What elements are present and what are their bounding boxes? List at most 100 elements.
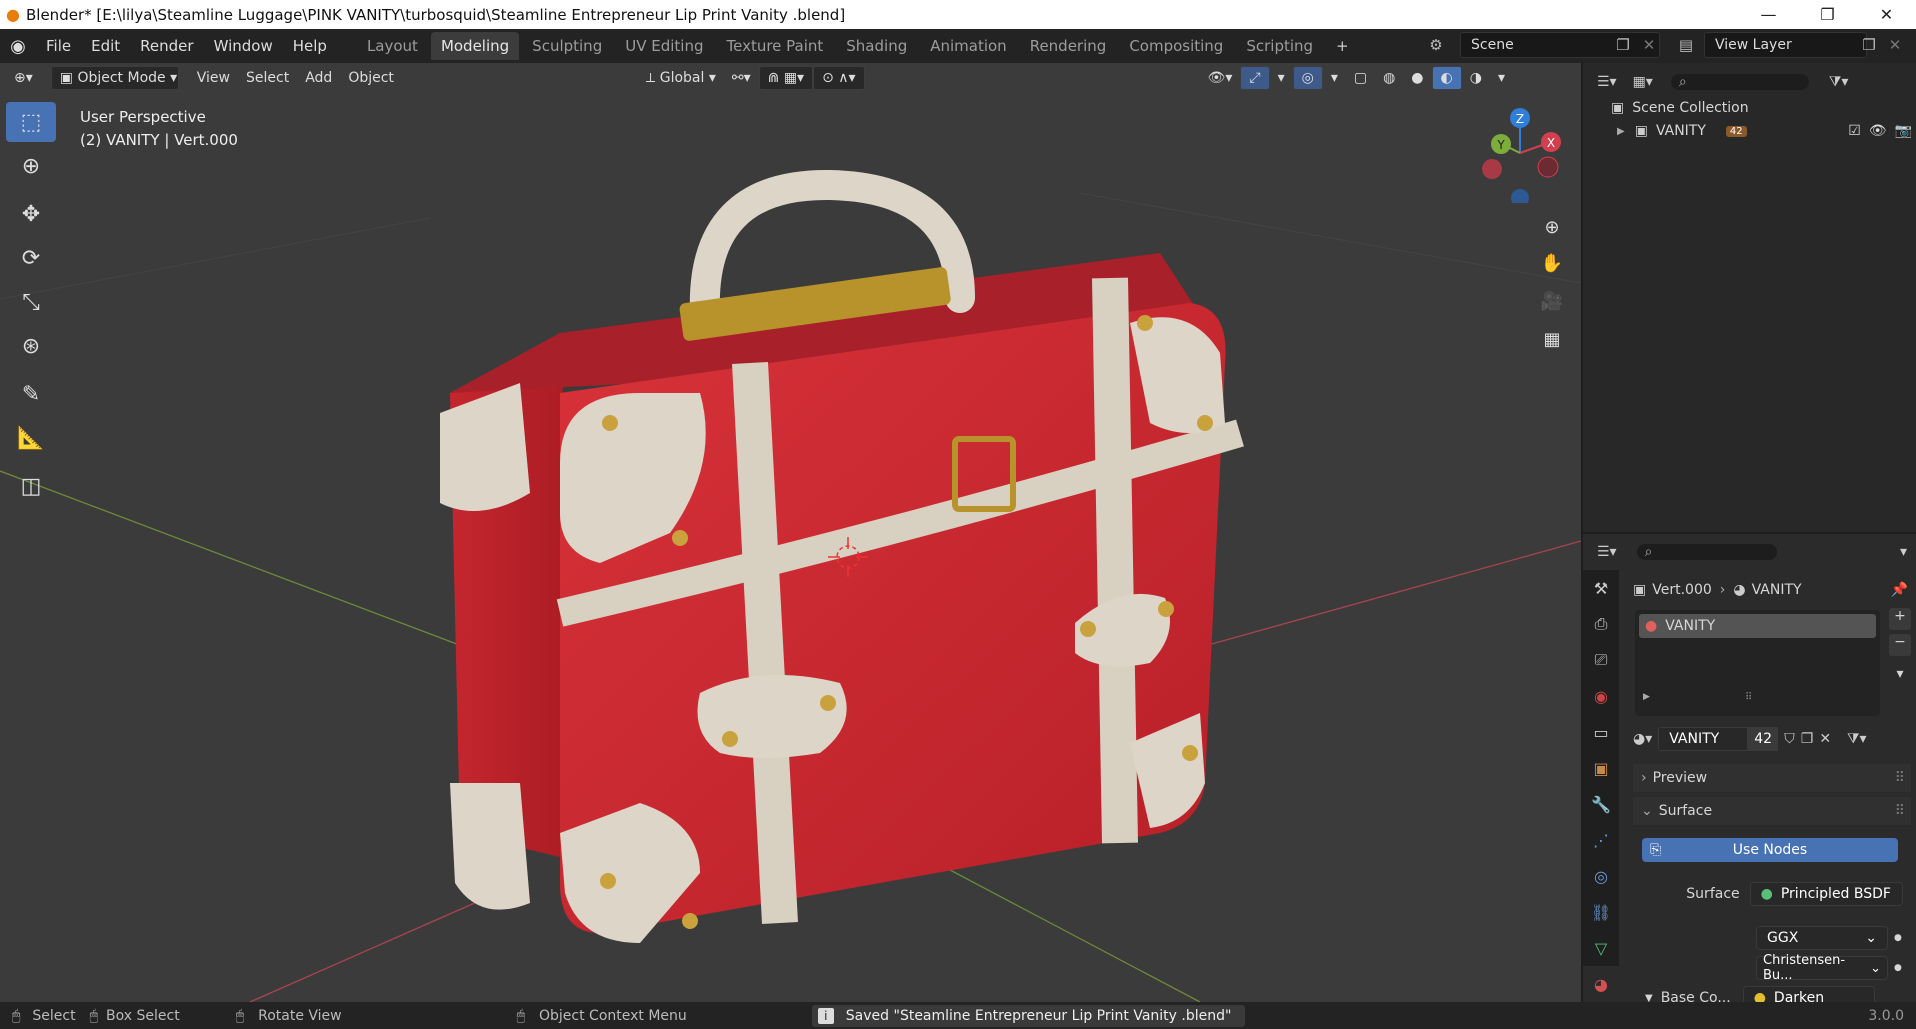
shading-dropdown-icon[interactable]: ▾ (1490, 66, 1513, 90)
overlay-toggle-icon[interactable]: ◎ (1292, 66, 1323, 90)
new-scene-icon[interactable]: ❐ (1612, 34, 1634, 56)
outliner-display-icon[interactable]: ▦▾ (1633, 74, 1653, 90)
surface-drag-icon[interactable]: ⠿ (1895, 803, 1905, 819)
menu-help[interactable]: Help (283, 37, 337, 55)
shading-wireframe-icon[interactable]: ◍ (1375, 66, 1403, 90)
move-tool-icon[interactable]: ✥ (6, 194, 56, 234)
delete-view-layer-icon[interactable]: ✕ (1884, 34, 1906, 56)
navigation-gizmo[interactable]: Z X Y (1470, 103, 1570, 207)
delete-scene-icon[interactable]: ✕ (1638, 34, 1660, 56)
use-nodes-button[interactable]: ⎘ Use Nodes (1642, 838, 1898, 862)
panel-preview[interactable]: › Preview ⠿ (1633, 764, 1911, 792)
outliner-search-icon[interactable]: ⌕ (1670, 74, 1809, 90)
properties-type-icon[interactable]: ☰▾ (1597, 544, 1617, 560)
tab-shading[interactable]: Shading (836, 32, 917, 60)
tab-layout[interactable]: Layout (357, 32, 428, 60)
proportional-editing-icon[interactable]: ⊙ ∧▾ (813, 66, 865, 90)
transform-tool-icon[interactable]: ⊛ (6, 326, 56, 366)
properties-search-icon[interactable]: ⌕ (1636, 544, 1777, 560)
world-tab-icon[interactable]: ◉ (1583, 678, 1619, 714)
menu-view[interactable]: View (189, 66, 238, 90)
tab-uv-editing[interactable]: UV Editing (615, 32, 713, 60)
collection-tab-icon[interactable]: ▭ (1583, 714, 1619, 750)
pivot-point-icon[interactable]: ⚯▾ (724, 66, 759, 90)
preview-drag-icon[interactable]: ⠿ (1895, 770, 1905, 786)
zoom-icon[interactable]: ⊕ (1535, 210, 1569, 244)
editor-type-icon[interactable]: ⊕▾ (6, 66, 41, 90)
scene-type-icon[interactable]: ⚙ (1425, 34, 1447, 56)
render-tab-icon[interactable]: ⎙ (1583, 606, 1619, 642)
tab-texture-paint[interactable]: Texture Paint (716, 32, 833, 60)
add-slot-button[interactable]: + (1889, 608, 1911, 630)
shading-solid-icon[interactable]: ● (1403, 66, 1431, 90)
subsurface-dot-icon[interactable]: ● (1894, 963, 1902, 973)
tab-scripting[interactable]: Scripting (1236, 32, 1323, 60)
slot-resize-handle-icon[interactable]: ⠿ (1745, 692, 1752, 703)
shading-rendered-icon[interactable]: ◑ (1462, 66, 1490, 90)
menu-edit[interactable]: Edit (81, 37, 130, 55)
visibility-icon[interactable]: 👁▾ (1200, 66, 1241, 90)
transform-orientation-dropdown[interactable]: ⟂ Global ▾ (638, 66, 724, 90)
slot-specials-icon[interactable]: ▾ (1889, 666, 1911, 688)
distribution-dropdown[interactable]: GGX ⌄ (1756, 926, 1888, 950)
close-window-button[interactable]: ✕ (1857, 0, 1916, 29)
minimize-button[interactable]: — (1739, 0, 1798, 29)
restore-button[interactable]: ❐ (1798, 0, 1857, 29)
snap-toggle-icon[interactable]: ⋒ ▦▾ (758, 66, 814, 90)
physics-tab-icon[interactable]: ◎ (1583, 858, 1619, 894)
overlay-dropdown-icon[interactable]: ▾ (1323, 66, 1346, 90)
base-color-expand-icon[interactable]: ▼ (1645, 993, 1653, 1003)
tab-compositing[interactable]: Compositing (1119, 32, 1233, 60)
camera-view-icon[interactable]: 🎥 (1535, 284, 1569, 318)
slot-expand-icon[interactable]: ▶ (1643, 692, 1650, 702)
remove-slot-button[interactable]: − (1889, 634, 1911, 656)
menu-add[interactable]: Add (297, 66, 340, 90)
view-layer-icon[interactable]: ▤ (1675, 34, 1697, 56)
xray-toggle-icon[interactable]: ▢ (1346, 66, 1375, 90)
add-cube-tool-icon[interactable]: ◫ (6, 466, 56, 506)
outliner-type-icon[interactable]: ☰▾ (1597, 74, 1617, 90)
pin-icon[interactable]: 📌 (1891, 582, 1908, 598)
gizmo-dropdown-icon[interactable]: ▾ (1270, 66, 1293, 90)
duplicate-material-icon[interactable]: ❐ (1801, 731, 1814, 747)
rotate-tool-icon[interactable]: ⟳ (6, 238, 56, 278)
properties-options-icon[interactable]: ▾ (1900, 544, 1907, 560)
browse-material-icon[interactable]: ◕▾ (1633, 731, 1652, 747)
material-name-field[interactable]: VANITY (1658, 727, 1749, 751)
expand-arrow-icon[interactable]: ▶ (1617, 126, 1625, 137)
exclude-checkbox-icon[interactable]: ☑ (1848, 123, 1861, 139)
annotate-tool-icon[interactable]: ✎ (6, 374, 56, 414)
panel-surface[interactable]: ⌄ Surface ⠿ (1633, 797, 1911, 825)
gizmo-toggle-icon[interactable]: ⤢ (1240, 66, 1270, 90)
menu-select[interactable]: Select (238, 66, 297, 90)
particles-tab-icon[interactable]: ⋰ (1583, 822, 1619, 858)
tab-sculpting[interactable]: Sculpting (522, 32, 612, 60)
tab-modeling[interactable]: Modeling (430, 32, 520, 60)
filter-icon[interactable]: ⧩▾ (1829, 74, 1849, 90)
menu-render[interactable]: Render (130, 37, 203, 55)
add-workspace-button[interactable]: + (1326, 32, 1359, 60)
base-color-field[interactable]: ● Darken (1742, 986, 1875, 1002)
menu-object[interactable]: Object (340, 66, 402, 90)
constraints-tab-icon[interactable]: ⛓ (1583, 894, 1619, 930)
distribution-dot-icon[interactable]: ● (1894, 933, 1902, 943)
shading-material-icon[interactable]: ◐ (1431, 66, 1462, 90)
data-tab-icon[interactable]: ▽ (1583, 930, 1619, 966)
material-tab-icon[interactable]: ◕ (1583, 966, 1619, 1002)
menu-file[interactable]: File (36, 37, 81, 55)
measure-tool-icon[interactable]: 📐 (6, 418, 56, 458)
object-mode-dropdown[interactable]: ▣ Object Mode ▾ (50, 66, 179, 90)
ortho-toggle-icon[interactable]: ▦ (1535, 322, 1569, 356)
material-slot-row[interactable]: ● VANITY (1639, 614, 1876, 638)
output-tab-icon[interactable]: ⎚ (1583, 642, 1619, 678)
tab-rendering[interactable]: Rendering (1020, 32, 1117, 60)
tool-tab-icon[interactable]: ⚒ (1583, 570, 1619, 606)
object-tab-icon[interactable]: ▣ (1583, 750, 1619, 786)
outliner-row-vanity[interactable]: ▶ ▣ VANITY 42 ☑ 👁 📷 (1617, 120, 1912, 142)
tab-animation[interactable]: Animation (920, 32, 1016, 60)
material-users-count[interactable]: 42 (1748, 727, 1779, 751)
subsurface-method-dropdown[interactable]: Christensen-Bu... ⌄ (1756, 953, 1888, 983)
material-slot-list[interactable]: ● VANITY ▶ ⠿ (1635, 610, 1880, 716)
fake-user-shield-icon[interactable]: ⛉ (1784, 731, 1795, 747)
modifier-tab-icon[interactable]: 🔧 (1583, 786, 1619, 822)
